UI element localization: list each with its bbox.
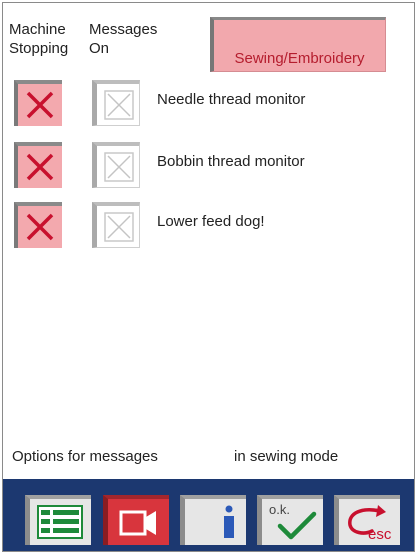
column-header-machine-stopping: Machine Stopping <box>9 20 68 58</box>
option-row-lower-feed-dog: Lower feed dog! <box>0 200 413 250</box>
status-text-mode: in sewing mode <box>234 448 339 465</box>
machine-stopping-checkbox[interactable] <box>14 202 62 248</box>
ok-check-icon <box>277 511 317 540</box>
tab-sewing-embroidery[interactable]: Sewing/Embroidery <box>210 17 386 72</box>
option-label: Needle thread monitor <box>157 91 306 108</box>
tutorial-button[interactable] <box>103 495 169 545</box>
list-icon <box>37 505 83 539</box>
menu-list-button[interactable] <box>25 495 91 545</box>
x-mark-disabled-icon <box>104 212 134 242</box>
status-text-options: Options for messages <box>12 448 158 465</box>
info-button[interactable] <box>180 495 246 545</box>
option-row-bobbin-thread-monitor: Bobbin thread monitor <box>0 140 413 190</box>
esc-return-icon: esc <box>348 505 392 543</box>
ok-button[interactable]: o.k. <box>257 495 323 545</box>
bottom-toolbar: o.k. esc <box>3 479 414 551</box>
messages-on-checkbox[interactable] <box>92 80 140 126</box>
messages-on-checkbox[interactable] <box>92 142 140 188</box>
x-mark-icon <box>26 91 54 119</box>
x-mark-icon <box>26 213 54 241</box>
option-label: Bobbin thread monitor <box>157 153 305 170</box>
info-icon <box>224 505 234 538</box>
option-row-needle-thread-monitor: Needle thread monitor <box>0 78 413 128</box>
camera-icon <box>119 510 156 536</box>
column-header-machine-line2: Stopping <box>9 40 69 57</box>
messages-on-checkbox[interactable] <box>92 202 140 248</box>
esc-button[interactable]: esc <box>334 495 400 545</box>
column-header-messages-on: Messages On <box>89 20 157 58</box>
x-mark-disabled-icon <box>104 90 134 120</box>
machine-stopping-checkbox[interactable] <box>14 142 62 188</box>
column-header-messages-line1: Messages <box>89 21 158 38</box>
esc-label: esc <box>368 526 392 543</box>
machine-stopping-checkbox[interactable] <box>14 80 62 126</box>
x-mark-icon <box>26 153 54 181</box>
column-header-machine-line1: Machine <box>9 21 66 38</box>
option-label: Lower feed dog! <box>157 213 265 230</box>
x-mark-disabled-icon <box>104 152 134 182</box>
tab-sewing-embroidery-label: Sewing/Embroidery <box>234 50 365 67</box>
column-header-messages-line2: On <box>89 40 110 57</box>
